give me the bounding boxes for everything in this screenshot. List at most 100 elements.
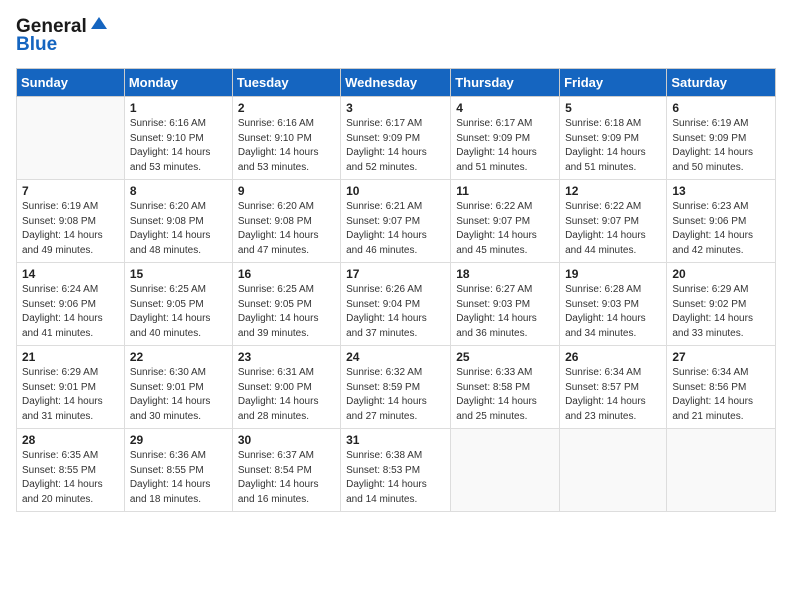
calendar-day-cell: 20 Sunrise: 6:29 AMSunset: 9:02 PMDayligh…: [667, 263, 776, 346]
calendar-day-cell: 24 Sunrise: 6:32 AMSunset: 8:59 PMDayligh…: [341, 346, 451, 429]
day-info: Sunrise: 6:23 AMSunset: 9:06 PMDaylight:…: [672, 200, 770, 258]
day-info: Sunrise: 6:25 AMSunset: 9:05 PMDaylight:…: [238, 283, 335, 341]
day-number: 16: [238, 267, 335, 281]
logo: General Blue: [16, 16, 109, 56]
calendar-day-cell: [560, 429, 667, 512]
weekday-header-row: SundayMondayTuesdayWednesdayThursdayFrid…: [17, 69, 776, 97]
calendar-day-cell: 3 Sunrise: 6:17 AMSunset: 9:09 PMDaylight…: [341, 97, 451, 180]
calendar-day-cell: 12 Sunrise: 6:22 AMSunset: 9:07 PMDayligh…: [560, 180, 667, 263]
day-number: 12: [565, 184, 661, 198]
day-number: 2: [238, 101, 335, 115]
day-number: 10: [346, 184, 445, 198]
day-info: Sunrise: 6:16 AMSunset: 9:10 PMDaylight:…: [238, 117, 335, 175]
day-info: Sunrise: 6:19 AMSunset: 9:09 PMDaylight:…: [672, 117, 770, 175]
calendar-day-cell: 1 Sunrise: 6:16 AMSunset: 9:10 PMDaylight…: [124, 97, 232, 180]
logo-icon: [89, 15, 109, 35]
day-info: Sunrise: 6:33 AMSunset: 8:58 PMDaylight:…: [456, 366, 554, 424]
calendar-day-cell: 18 Sunrise: 6:27 AMSunset: 9:03 PMDayligh…: [451, 263, 560, 346]
day-number: 29: [130, 433, 227, 447]
day-number: 13: [672, 184, 770, 198]
day-info: Sunrise: 6:20 AMSunset: 9:08 PMDaylight:…: [238, 200, 335, 258]
day-number: 31: [346, 433, 445, 447]
day-number: 25: [456, 350, 554, 364]
day-info: Sunrise: 6:29 AMSunset: 9:02 PMDaylight:…: [672, 283, 770, 341]
logo-blue-text: Blue: [16, 34, 57, 56]
calendar-day-cell: 21Sunrise: 6:29 AMSunset: 9:01 PMDayligh…: [17, 346, 125, 429]
day-info: Sunrise: 6:36 AMSunset: 8:55 PMDaylight:…: [130, 449, 227, 507]
calendar-body: 1 Sunrise: 6:16 AMSunset: 9:10 PMDaylight…: [17, 97, 776, 512]
calendar-day-cell: 29 Sunrise: 6:36 AMSunset: 8:55 PMDayligh…: [124, 429, 232, 512]
day-number: 20: [672, 267, 770, 281]
day-number: 23: [238, 350, 335, 364]
day-info: Sunrise: 6:25 AMSunset: 9:05 PMDaylight:…: [130, 283, 227, 341]
day-info: Sunrise: 6:17 AMSunset: 9:09 PMDaylight:…: [346, 117, 445, 175]
day-info: Sunrise: 6:34 AMSunset: 8:56 PMDaylight:…: [672, 366, 770, 424]
calendar-day-cell: 6 Sunrise: 6:19 AMSunset: 9:09 PMDaylight…: [667, 97, 776, 180]
day-info: Sunrise: 6:26 AMSunset: 9:04 PMDaylight:…: [346, 283, 445, 341]
calendar-week-row: 28Sunrise: 6:35 AMSunset: 8:55 PMDayligh…: [17, 429, 776, 512]
weekday-header: Friday: [560, 69, 667, 97]
day-info: Sunrise: 6:27 AMSunset: 9:03 PMDaylight:…: [456, 283, 554, 341]
calendar-day-cell: [667, 429, 776, 512]
calendar-week-row: 14 Sunrise: 6:24 AMSunset: 9:06 PMDayligh…: [17, 263, 776, 346]
day-info: Sunrise: 6:24 AMSunset: 9:06 PMDaylight:…: [22, 283, 119, 341]
calendar-day-cell: 23Sunrise: 6:31 AMSunset: 9:00 PMDayligh…: [232, 346, 340, 429]
day-info: Sunrise: 6:22 AMSunset: 9:07 PMDaylight:…: [456, 200, 554, 258]
day-number: 15: [130, 267, 227, 281]
day-info: Sunrise: 6:38 AMSunset: 8:53 PMDaylight:…: [346, 449, 445, 507]
calendar-day-cell: 30 Sunrise: 6:37 AMSunset: 8:54 PMDayligh…: [232, 429, 340, 512]
calendar-header: SundayMondayTuesdayWednesdayThursdayFrid…: [17, 69, 776, 97]
calendar-day-cell: 8Sunrise: 6:20 AMSunset: 9:08 PMDaylight…: [124, 180, 232, 263]
day-number: 24: [346, 350, 445, 364]
day-number: 18: [456, 267, 554, 281]
day-number: 3: [346, 101, 445, 115]
calendar-week-row: 1 Sunrise: 6:16 AMSunset: 9:10 PMDaylight…: [17, 97, 776, 180]
calendar-day-cell: 27 Sunrise: 6:34 AMSunset: 8:56 PMDayligh…: [667, 346, 776, 429]
calendar-day-cell: 9 Sunrise: 6:20 AMSunset: 9:08 PMDaylight…: [232, 180, 340, 263]
day-number: 6: [672, 101, 770, 115]
day-number: 19: [565, 267, 661, 281]
day-number: 9: [238, 184, 335, 198]
day-info: Sunrise: 6:32 AMSunset: 8:59 PMDaylight:…: [346, 366, 445, 424]
calendar-day-cell: 4Sunrise: 6:17 AMSunset: 9:09 PMDaylight…: [451, 97, 560, 180]
day-number: 11: [456, 184, 554, 198]
day-number: 17: [346, 267, 445, 281]
calendar-day-cell: 5Sunrise: 6:18 AMSunset: 9:09 PMDaylight…: [560, 97, 667, 180]
calendar-day-cell: 16 Sunrise: 6:25 AMSunset: 9:05 PMDayligh…: [232, 263, 340, 346]
day-number: 21: [22, 350, 119, 364]
calendar-table: SundayMondayTuesdayWednesdayThursdayFrid…: [16, 68, 776, 512]
day-info: Sunrise: 6:20 AMSunset: 9:08 PMDaylight:…: [130, 200, 227, 258]
day-info: Sunrise: 6:17 AMSunset: 9:09 PMDaylight:…: [456, 117, 554, 175]
day-info: Sunrise: 6:22 AMSunset: 9:07 PMDaylight:…: [565, 200, 661, 258]
day-number: 7: [22, 184, 119, 198]
calendar-day-cell: 26Sunrise: 6:34 AMSunset: 8:57 PMDayligh…: [560, 346, 667, 429]
page-header: General Blue: [16, 16, 776, 56]
calendar-day-cell: 10Sunrise: 6:21 AMSunset: 9:07 PMDayligh…: [341, 180, 451, 263]
day-info: Sunrise: 6:16 AMSunset: 9:10 PMDaylight:…: [130, 117, 227, 175]
day-number: 30: [238, 433, 335, 447]
weekday-header: Saturday: [667, 69, 776, 97]
day-info: Sunrise: 6:28 AMSunset: 9:03 PMDaylight:…: [565, 283, 661, 341]
calendar-day-cell: 11 Sunrise: 6:22 AMSunset: 9:07 PMDayligh…: [451, 180, 560, 263]
calendar-day-cell: 7 Sunrise: 6:19 AMSunset: 9:08 PMDaylight…: [17, 180, 125, 263]
day-number: 1: [130, 101, 227, 115]
day-info: Sunrise: 6:37 AMSunset: 8:54 PMDaylight:…: [238, 449, 335, 507]
calendar-day-cell: 14 Sunrise: 6:24 AMSunset: 9:06 PMDayligh…: [17, 263, 125, 346]
day-number: 14: [22, 267, 119, 281]
day-number: 22: [130, 350, 227, 364]
day-number: 28: [22, 433, 119, 447]
calendar-day-cell: 19 Sunrise: 6:28 AMSunset: 9:03 PMDayligh…: [560, 263, 667, 346]
calendar-day-cell: 22 Sunrise: 6:30 AMSunset: 9:01 PMDayligh…: [124, 346, 232, 429]
calendar-day-cell: 15 Sunrise: 6:25 AMSunset: 9:05 PMDayligh…: [124, 263, 232, 346]
calendar-day-cell: 31 Sunrise: 6:38 AMSunset: 8:53 PMDayligh…: [341, 429, 451, 512]
calendar-day-cell: 25 Sunrise: 6:33 AMSunset: 8:58 PMDayligh…: [451, 346, 560, 429]
calendar-day-cell: 2 Sunrise: 6:16 AMSunset: 9:10 PMDaylight…: [232, 97, 340, 180]
weekday-header: Monday: [124, 69, 232, 97]
day-number: 27: [672, 350, 770, 364]
day-info: Sunrise: 6:34 AMSunset: 8:57 PMDaylight:…: [565, 366, 661, 424]
day-info: Sunrise: 6:19 AMSunset: 9:08 PMDaylight:…: [22, 200, 119, 258]
day-info: Sunrise: 6:30 AMSunset: 9:01 PMDaylight:…: [130, 366, 227, 424]
weekday-header: Wednesday: [341, 69, 451, 97]
calendar-week-row: 21Sunrise: 6:29 AMSunset: 9:01 PMDayligh…: [17, 346, 776, 429]
weekday-header: Sunday: [17, 69, 125, 97]
